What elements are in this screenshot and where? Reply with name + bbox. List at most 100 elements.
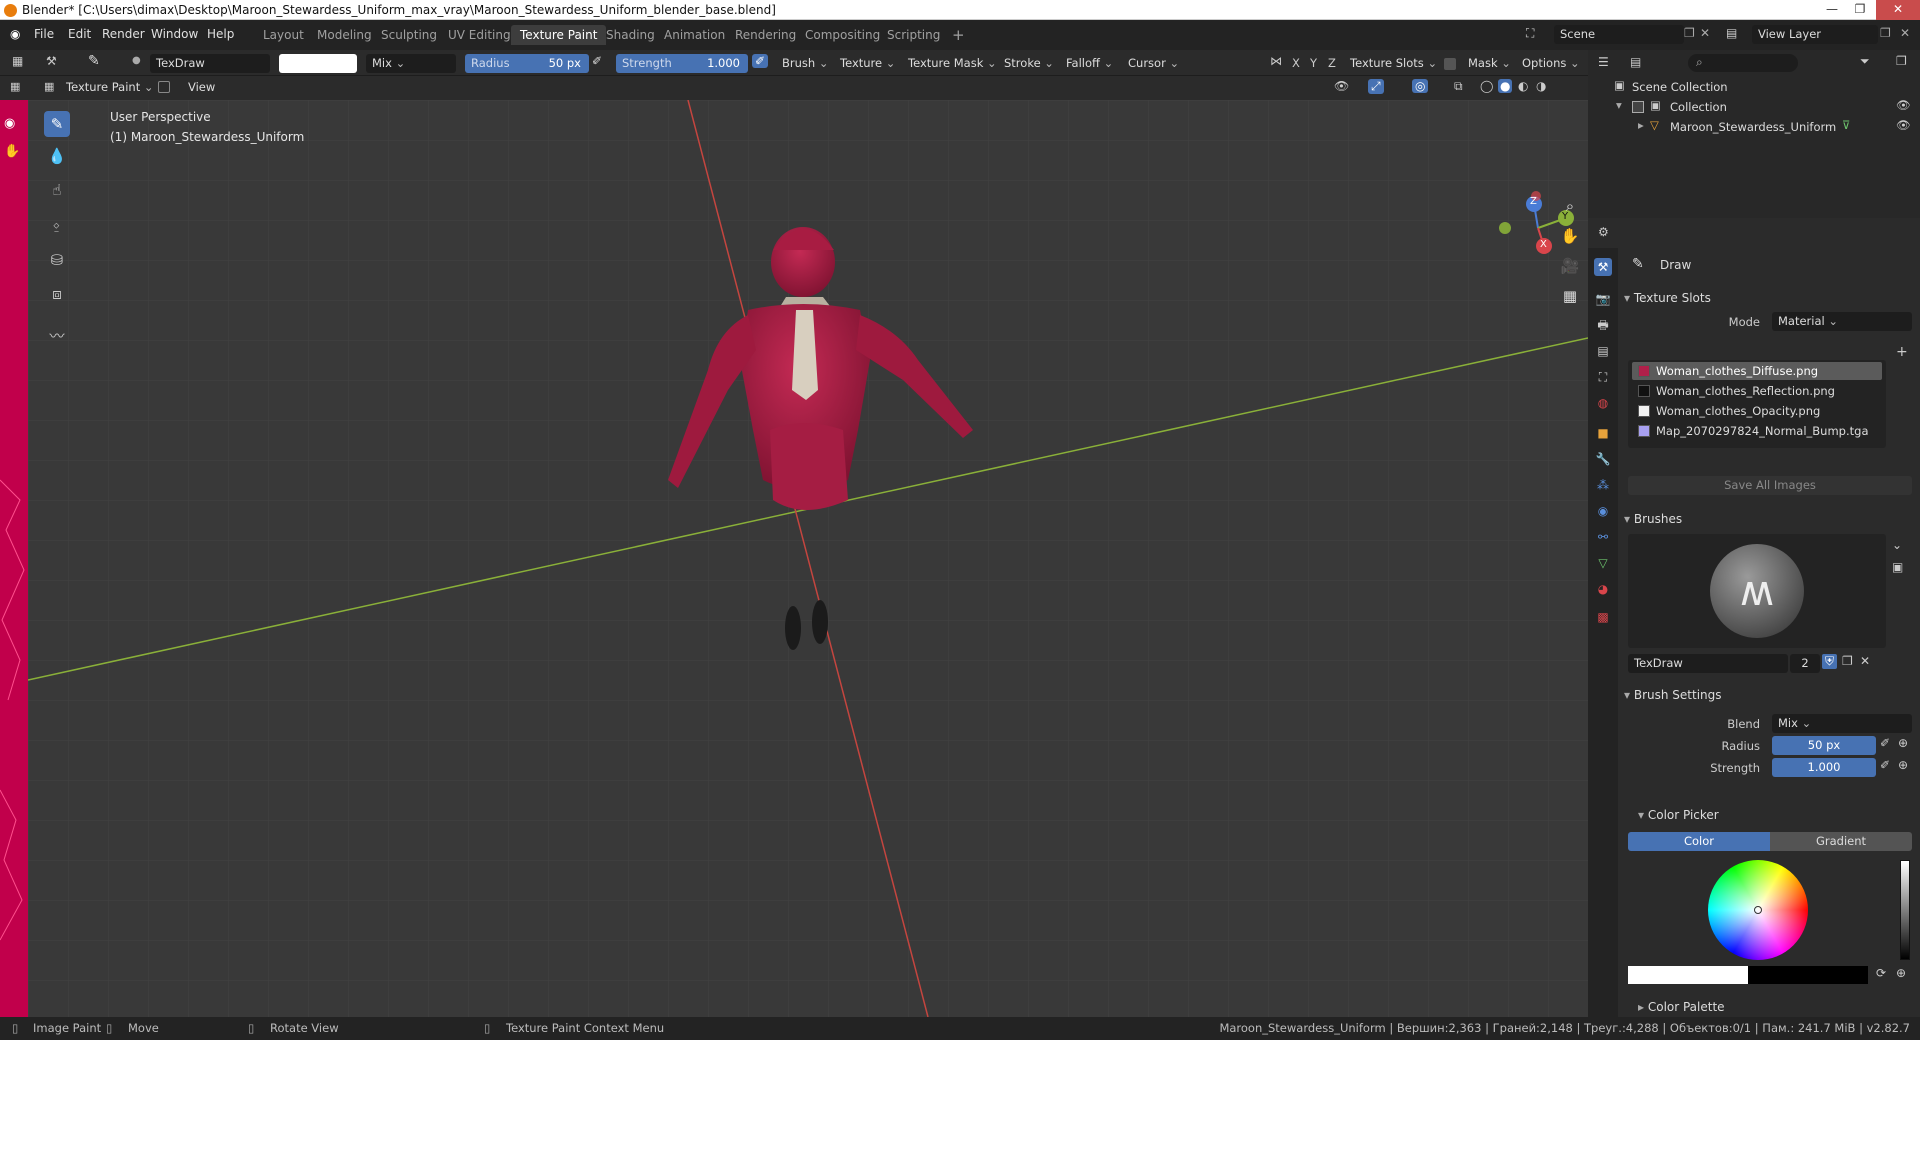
editor-type-icon[interactable]: ▦ [12,54,23,68]
outliner-type-icon[interactable]: ☰ [1598,55,1609,69]
brush-image-icon[interactable]: ▣ [1892,560,1903,574]
tab-sculpting[interactable]: Sculpting [372,25,446,45]
scene-field[interactable]: Scene [1554,25,1684,44]
particles-tab-icon[interactable]: ⁂ [1594,476,1612,494]
visibility-eye-icon-2[interactable]: 👁 [1896,118,1911,132]
gradient-tab[interactable]: Gradient [1770,832,1912,851]
view-layer-tab-icon[interactable]: ▤ [1594,342,1612,360]
outliner-scene-collection[interactable]: ▣ Scene Collection [1588,78,1920,98]
radius-slider-props[interactable]: 50 px [1772,736,1876,755]
tab-scripting[interactable]: Scripting [878,25,949,45]
radius-pressure-icon[interactable]: ✐ [592,54,602,68]
blend-dropdown[interactable]: Mix [366,54,456,73]
tab-layout[interactable]: Layout [254,25,313,45]
gizmo-toggle-icon[interactable]: ⤢ [1368,79,1384,94]
menu-falloff[interactable]: Falloff [1060,54,1119,73]
clone-tool-icon[interactable]: ⍚ [44,211,70,237]
draw-tool-icon[interactable]: ✎ [44,111,70,137]
menu-texture-mask[interactable]: Texture Mask [902,54,1003,73]
strip-icon[interactable]: ◉ [4,116,15,131]
color-tab[interactable]: Color [1628,832,1770,851]
tab-animation[interactable]: Animation [655,25,734,45]
scene-tab-icon[interactable]: ⛶ [1594,368,1612,386]
fake-user-icon[interactable]: ⛨ [1822,654,1838,669]
texture-tab-icon[interactable]: ▩ [1594,608,1612,626]
shading-wireframe-icon[interactable]: ◯ [1480,79,1493,93]
radius-pressure-icon-2[interactable]: ✐ [1880,736,1890,750]
value-slider[interactable] [1900,860,1910,960]
render-tab-icon[interactable]: 📷 [1594,290,1612,308]
new-brush-icon[interactable]: ❐ [1842,654,1853,668]
data-tab-icon[interactable]: ▽ [1594,554,1612,572]
output-tab-icon[interactable]: 🖶 [1594,316,1612,334]
visibility-eye-icon[interactable]: 👁 [1896,98,1911,112]
camera-icon[interactable]: 🎥 [1558,254,1582,278]
view-layer-field[interactable]: View Layer [1752,25,1878,44]
strength-slider[interactable]: Strength 1.000 [616,54,748,73]
xray-icon[interactable]: ⧉ [1454,79,1463,94]
strength-pressure-icon[interactable]: ✐ [752,54,769,68]
swap-colors-icon[interactable]: ⟳ [1876,966,1886,980]
axis-y[interactable]: Y [1306,54,1321,73]
new-view-layer-icon[interactable]: ❐ [1880,26,1891,40]
mask-tool-icon[interactable]: ⧈ [44,281,70,307]
pan-hand-icon[interactable]: ✋ [1558,224,1582,248]
new-collection-icon[interactable]: ❐ [1896,54,1907,68]
menu-brush[interactable]: Brush [776,54,834,73]
axis-z[interactable]: Z [1324,54,1340,73]
3d-viewport[interactable]: Z Y X User Perspective (1) Maroon_Stewar… [28,100,1588,1017]
expand-object-icon[interactable]: ▸ [1638,118,1644,132]
collection-checkbox[interactable] [1632,101,1644,113]
object-tab-icon[interactable]: ■ [1594,424,1612,442]
new-scene-icon[interactable]: ❐ [1684,26,1695,40]
color-wheel-cursor[interactable] [1754,906,1762,914]
soften-tool-icon[interactable]: 💧 [44,143,70,169]
menu-stroke[interactable]: Stroke [998,54,1060,73]
outliner-search-input[interactable]: ⌕ [1688,54,1798,72]
blend-dropdown-props[interactable]: Mix [1772,714,1912,733]
close-icon[interactable]: ✕ [1876,0,1920,20]
texture-slot-item[interactable]: Woman_clothes_Diffuse.png [1632,362,1882,380]
mask-checkbox[interactable] [1444,58,1456,70]
tool-tab-icon[interactable]: ⚒ [1594,258,1612,276]
mesh-data-icon[interactable]: ⊽ [1842,118,1850,132]
view-object-types-icon[interactable]: 👁 [1334,79,1349,93]
physics-tab-icon[interactable]: ◉ [1594,502,1612,520]
blender-menu-icon[interactable]: ◉ [10,27,20,41]
tab-uv-editing[interactable]: UV Editing [439,25,520,45]
tool-icon[interactable]: ⚒ [46,54,57,68]
radius-slider[interactable]: Radius 50 px [465,54,589,73]
strength-slider-props[interactable]: 1.000 [1772,758,1876,777]
outliner-collection[interactable]: ▾ ▣ Collection 👁 [1588,98,1920,118]
color-swatch[interactable] [279,54,357,73]
outliner-object[interactable]: ▸ ▽ Maroon_Stewardess_Uniform ⊽ 👁 [1588,118,1920,138]
world-tab-icon[interactable]: ◍ [1594,394,1612,412]
tab-shading[interactable]: Shading [597,25,664,45]
tab-modeling[interactable]: Modeling [308,25,381,45]
view-layer-icon[interactable]: ▤ [1726,26,1737,40]
color-picker-header[interactable]: Color Picker [1638,808,1719,822]
color-wheel[interactable] [1708,860,1808,960]
scene-icon[interactable]: ⛶ [1526,26,1534,41]
constraints-tab-icon[interactable]: ⚯ [1594,528,1612,546]
menu-cursor[interactable]: Cursor [1122,54,1185,73]
menu-options[interactable]: Options [1516,54,1586,73]
texture-slots-header[interactable]: Texture Slots [1624,291,1711,305]
strength-unit-icon[interactable]: ⊕ [1898,758,1908,772]
tab-compositing[interactable]: Compositing [796,25,889,45]
menu-edit[interactable]: Edit [68,27,91,41]
delete-view-layer-icon[interactable]: ✕ [1900,26,1910,40]
mask-toggle-icon[interactable] [158,81,170,93]
modifier-tab-icon[interactable]: 🔧 [1594,450,1612,468]
material-tab-icon[interactable]: ◕ [1594,580,1612,598]
save-all-images-button[interactable]: Save All Images [1628,476,1912,495]
texture-slot-item[interactable]: Woman_clothes_Opacity.png [1632,402,1882,420]
properties-type-icon[interactable]: ⚙ [1598,225,1609,239]
shading-solid-icon[interactable]: ● [1498,79,1513,93]
menu-mask[interactable]: Mask [1462,54,1517,73]
unlink-brush-icon[interactable]: ✕ [1860,654,1870,668]
brush-list-expand-icon[interactable]: ⌄ [1892,538,1902,552]
add-slot-icon[interactable]: + [1896,344,1908,360]
grid-view-icon[interactable]: ▦ [1558,284,1582,308]
secondary-color-swatch[interactable] [1748,966,1868,984]
